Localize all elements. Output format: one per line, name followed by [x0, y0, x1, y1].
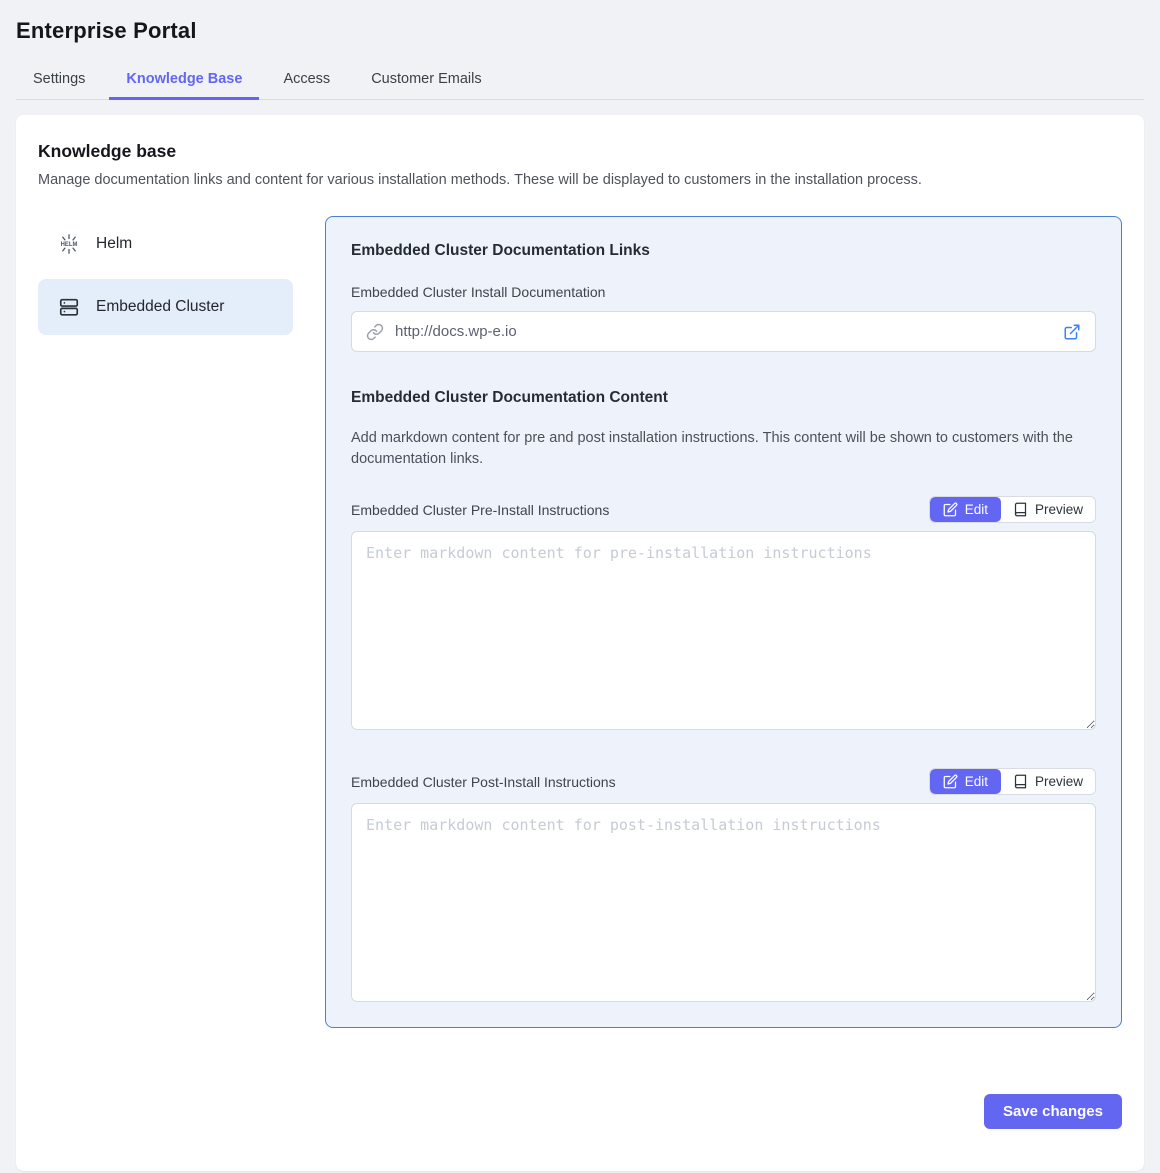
sidebar-item-label: Helm — [96, 235, 132, 253]
tab-knowledge-base[interactable]: Knowledge Base — [109, 60, 259, 100]
preview-button[interactable]: Preview — [1001, 769, 1095, 794]
page-description: Manage documentation links and content f… — [38, 172, 1122, 188]
edit-button[interactable]: Edit — [930, 497, 1001, 522]
post-install-textarea[interactable] — [351, 803, 1096, 1002]
save-changes-button[interactable]: Save changes — [984, 1094, 1122, 1129]
edit-icon — [943, 774, 958, 789]
external-link-icon[interactable] — [1063, 323, 1081, 341]
pre-install-textarea[interactable] — [351, 531, 1096, 730]
content-section-description: Add markdown content for pre and post in… — [351, 428, 1096, 470]
post-install-mode-toggle: Edit Preview — [929, 768, 1096, 795]
preview-button-label: Preview — [1035, 502, 1083, 517]
link-icon — [366, 323, 384, 341]
server-icon — [58, 296, 80, 318]
book-icon — [1013, 502, 1028, 517]
install-doc-label: Embedded Cluster Install Documentation — [351, 284, 1096, 300]
knowledge-base-card: Knowledge base Manage documentation link… — [16, 115, 1144, 1171]
embedded-cluster-panel: Embedded Cluster Documentation Links Emb… — [325, 216, 1122, 1028]
app-header: Enterprise Portal — [0, 0, 1160, 44]
install-doc-url-input[interactable]: http://docs.wp-e.io — [351, 311, 1096, 352]
app-title: Enterprise Portal — [16, 18, 1144, 44]
edit-button-label: Edit — [965, 502, 988, 517]
install-method-sidebar: HELM Helm Embedded Cluster — [38, 216, 293, 342]
edit-button-label: Edit — [965, 774, 988, 789]
content-row: HELM Helm Embedded Cluster Embedd — [38, 216, 1122, 1028]
svg-text:HELM: HELM — [61, 242, 78, 248]
pre-install-label: Embedded Cluster Pre-Install Instruction… — [351, 502, 609, 518]
edit-icon — [943, 502, 958, 517]
preview-button[interactable]: Preview — [1001, 497, 1095, 522]
sidebar-item-embedded-cluster[interactable]: Embedded Cluster — [38, 279, 293, 335]
sidebar-item-label: Embedded Cluster — [96, 298, 224, 316]
pre-install-mode-toggle: Edit Preview — [929, 496, 1096, 523]
post-install-header-row: Embedded Cluster Post-Install Instructio… — [351, 768, 1096, 795]
helm-icon: HELM — [58, 233, 80, 255]
save-row: Save changes — [38, 1094, 1122, 1129]
install-doc-url-value: http://docs.wp-e.io — [395, 323, 1063, 340]
pre-install-header-row: Embedded Cluster Pre-Install Instruction… — [351, 496, 1096, 523]
tab-customer-emails[interactable]: Customer Emails — [354, 60, 498, 100]
tab-bar: Settings Knowledge Base Access Customer … — [16, 60, 1144, 100]
page-title: Knowledge base — [38, 141, 1122, 162]
preview-button-label: Preview — [1035, 774, 1083, 789]
tab-settings[interactable]: Settings — [16, 60, 102, 100]
links-section-heading: Embedded Cluster Documentation Links — [351, 242, 1096, 260]
post-install-label: Embedded Cluster Post-Install Instructio… — [351, 774, 616, 790]
edit-button[interactable]: Edit — [930, 769, 1001, 794]
book-icon — [1013, 774, 1028, 789]
sidebar-item-helm[interactable]: HELM Helm — [38, 216, 293, 272]
content-section-heading: Embedded Cluster Documentation Content — [351, 389, 1096, 407]
tab-access[interactable]: Access — [266, 60, 347, 100]
